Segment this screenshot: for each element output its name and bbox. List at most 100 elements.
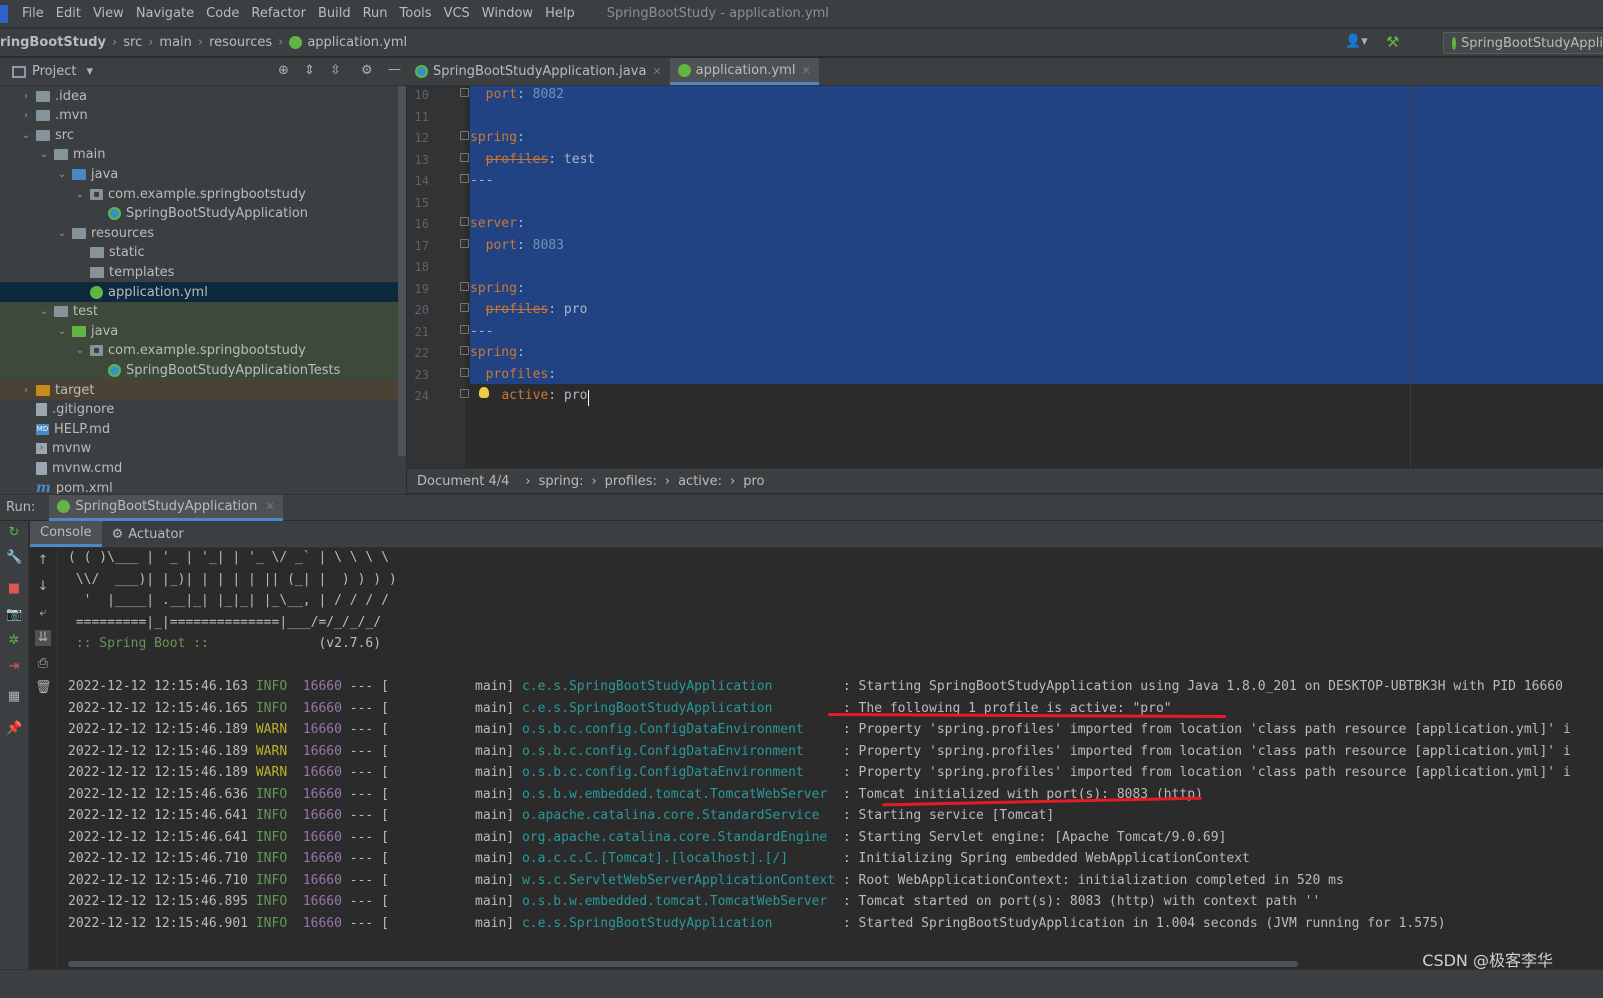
menu-item-build[interactable]: Build xyxy=(318,6,351,21)
close-icon[interactable]: ✕ xyxy=(801,64,810,77)
editor-tab[interactable]: SpringBootStudyApplication.java ✕ xyxy=(407,58,670,85)
menu-item-help[interactable]: Help xyxy=(545,6,575,21)
close-icon[interactable]: ✕ xyxy=(265,500,274,513)
run-configuration-select[interactable]: SpringBootStudyApplic xyxy=(1443,32,1603,54)
tree-item[interactable]: › mvnw xyxy=(0,439,406,459)
exit-icon[interactable]: ⇥ xyxy=(6,659,22,675)
debug-icon[interactable]: ✲ xyxy=(6,633,22,649)
lightbulb-icon[interactable] xyxy=(479,387,489,398)
fold-marker-icon[interactable] xyxy=(460,174,469,183)
collapse-all-icon[interactable]: ⇳ xyxy=(330,63,341,78)
menu-item-vcs[interactable]: VCS xyxy=(444,6,470,21)
menu-item-code[interactable]: Code xyxy=(206,6,239,21)
menu-item-tools[interactable]: Tools xyxy=(400,6,432,21)
chevron-icon[interactable]: ⌄ xyxy=(74,345,86,356)
wrench-icon[interactable]: 🔧 xyxy=(6,550,22,566)
chevron-icon[interactable]: ⌄ xyxy=(56,326,68,337)
breadcrumb-item[interactable]: src xyxy=(123,35,142,50)
stop-icon[interactable]: ■ xyxy=(6,581,22,597)
pin-icon[interactable]: 📌 xyxy=(6,721,22,737)
menu-item-edit[interactable]: Edit xyxy=(56,6,81,21)
breadcrumb-item[interactable]: profiles: xyxy=(605,474,657,489)
fold-marker-icon[interactable] xyxy=(460,389,469,398)
breadcrumb-item[interactable]: resources xyxy=(209,35,272,50)
code-editor[interactable]: 10 11 12 13 14 15 16 17 18 19 20 21 22 23 24 port: 808… xyxy=(407,86,1603,468)
console-horizontal-scrollbar[interactable] xyxy=(58,960,1603,968)
tree-item[interactable]: SpringBootStudyApplicationTests xyxy=(0,360,406,381)
fold-marker-icon[interactable] xyxy=(460,367,469,377)
console-tab[interactable]: ⚙ Actuator xyxy=(102,521,194,547)
editor-tab[interactable]: application.yml ✕ xyxy=(669,58,819,85)
breadcrumb-item[interactable]: active: xyxy=(678,474,722,489)
fold-marker-icon[interactable] xyxy=(460,324,469,334)
project-scrollbar[interactable] xyxy=(398,86,406,456)
project-panel-title[interactable]: Project xyxy=(32,64,76,79)
layout-icon[interactable]: ▦ xyxy=(6,689,22,705)
chevron-icon[interactable]: ⌄ xyxy=(38,306,50,317)
breadcrumb-item[interactable]: Document 4/4 xyxy=(417,474,509,489)
chevron-icon[interactable]: › xyxy=(20,91,32,102)
breadcrumb-item[interactable]: ringBootStudy xyxy=(0,35,106,50)
tree-item[interactable]: ⌄ main xyxy=(0,145,406,165)
menu-item-view[interactable]: View xyxy=(93,6,124,21)
user-icon[interactable]: 👤▾ xyxy=(1345,34,1368,49)
tree-item[interactable]: ⌄ java xyxy=(0,164,406,184)
chevron-icon[interactable]: ⌄ xyxy=(20,130,32,141)
tree-item[interactable]: ⌄ com.example.springbootstudy xyxy=(0,340,406,361)
fold-marker-icon[interactable] xyxy=(460,131,469,140)
tree-item[interactable]: templates xyxy=(0,262,406,282)
rerun-icon[interactable]: ↻ xyxy=(6,525,22,541)
tree-item[interactable]: mvnw.cmd xyxy=(0,458,406,478)
tree-item[interactable]: › target xyxy=(0,380,406,400)
tree-item[interactable]: static xyxy=(0,243,406,263)
menu-item-window[interactable]: Window xyxy=(482,6,533,21)
expand-all-icon[interactable]: ⇕ xyxy=(304,63,315,78)
soft-wrap-icon[interactable]: ⤶ xyxy=(35,605,51,621)
breadcrumb-item[interactable]: spring: xyxy=(539,474,584,489)
arrow-up-icon[interactable]: ↑ xyxy=(35,553,51,569)
tree-item[interactable]: application.yml xyxy=(0,282,406,302)
arrow-down-icon[interactable]: ↓ xyxy=(35,579,51,595)
console-output[interactable]: ( ( )\___ | '_ | '_| | '_ \/ _` | \ \ \ … xyxy=(58,549,1603,969)
menu-item-file[interactable]: File xyxy=(22,6,44,21)
tree-item[interactable]: ⌄ com.example.springbootstudy xyxy=(0,184,406,204)
chevron-icon[interactable]: › xyxy=(20,110,32,121)
locate-icon[interactable]: ⊕ xyxy=(278,63,289,78)
console-tab[interactable]: Console xyxy=(30,521,102,547)
chevron-icon[interactable]: ⌄ xyxy=(74,189,86,200)
minimize-icon[interactable]: — xyxy=(388,62,401,77)
fold-marker-icon[interactable] xyxy=(460,281,469,291)
fold-marker-icon[interactable] xyxy=(460,152,469,162)
tree-item[interactable]: › .mvn xyxy=(0,106,406,126)
fold-marker-icon[interactable] xyxy=(460,217,469,226)
menu-item-navigate[interactable]: Navigate xyxy=(136,6,194,21)
fold-marker-icon[interactable] xyxy=(460,303,469,312)
fold-marker-icon[interactable] xyxy=(460,88,469,97)
fold-marker-icon[interactable] xyxy=(460,238,469,248)
trash-icon[interactable]: 🗑 xyxy=(35,680,52,696)
menu-item-run[interactable]: Run xyxy=(363,6,388,21)
gear-icon[interactable]: ⚙ xyxy=(361,63,373,78)
tree-item[interactable]: ⌄ src xyxy=(0,125,406,145)
breadcrumb-item[interactable]: application.yml xyxy=(307,35,407,50)
chevron-down-icon[interactable]: ▾ xyxy=(86,64,93,79)
tree-item[interactable]: .gitignore xyxy=(0,400,406,420)
run-tab[interactable]: SpringBootStudyApplication ✕ xyxy=(49,494,283,521)
fold-marker-icon[interactable] xyxy=(460,346,469,355)
tree-item[interactable]: MD HELP.md xyxy=(0,419,406,439)
print-icon[interactable]: ⎙ xyxy=(35,656,51,672)
tree-item[interactable]: SpringBootStudyApplication xyxy=(0,204,406,224)
tree-item[interactable]: ⌄ resources xyxy=(0,223,406,243)
tree-item[interactable]: ⌄ java xyxy=(0,321,406,342)
menu-item-refactor[interactable]: Refactor xyxy=(251,6,306,21)
chevron-icon[interactable]: ⌄ xyxy=(56,228,68,239)
chevron-icon[interactable]: › xyxy=(20,385,32,396)
tree-item[interactable]: › .idea xyxy=(0,86,406,106)
close-icon[interactable]: ✕ xyxy=(652,65,661,78)
chevron-icon[interactable]: ⌄ xyxy=(56,169,68,180)
tree-item[interactable]: ⌄ test xyxy=(0,301,406,322)
camera-icon[interactable]: 📷 xyxy=(6,607,22,623)
chevron-icon[interactable]: ⌄ xyxy=(38,149,50,160)
breadcrumb-item[interactable]: pro xyxy=(743,474,764,489)
breadcrumb-item[interactable]: main xyxy=(159,35,191,50)
